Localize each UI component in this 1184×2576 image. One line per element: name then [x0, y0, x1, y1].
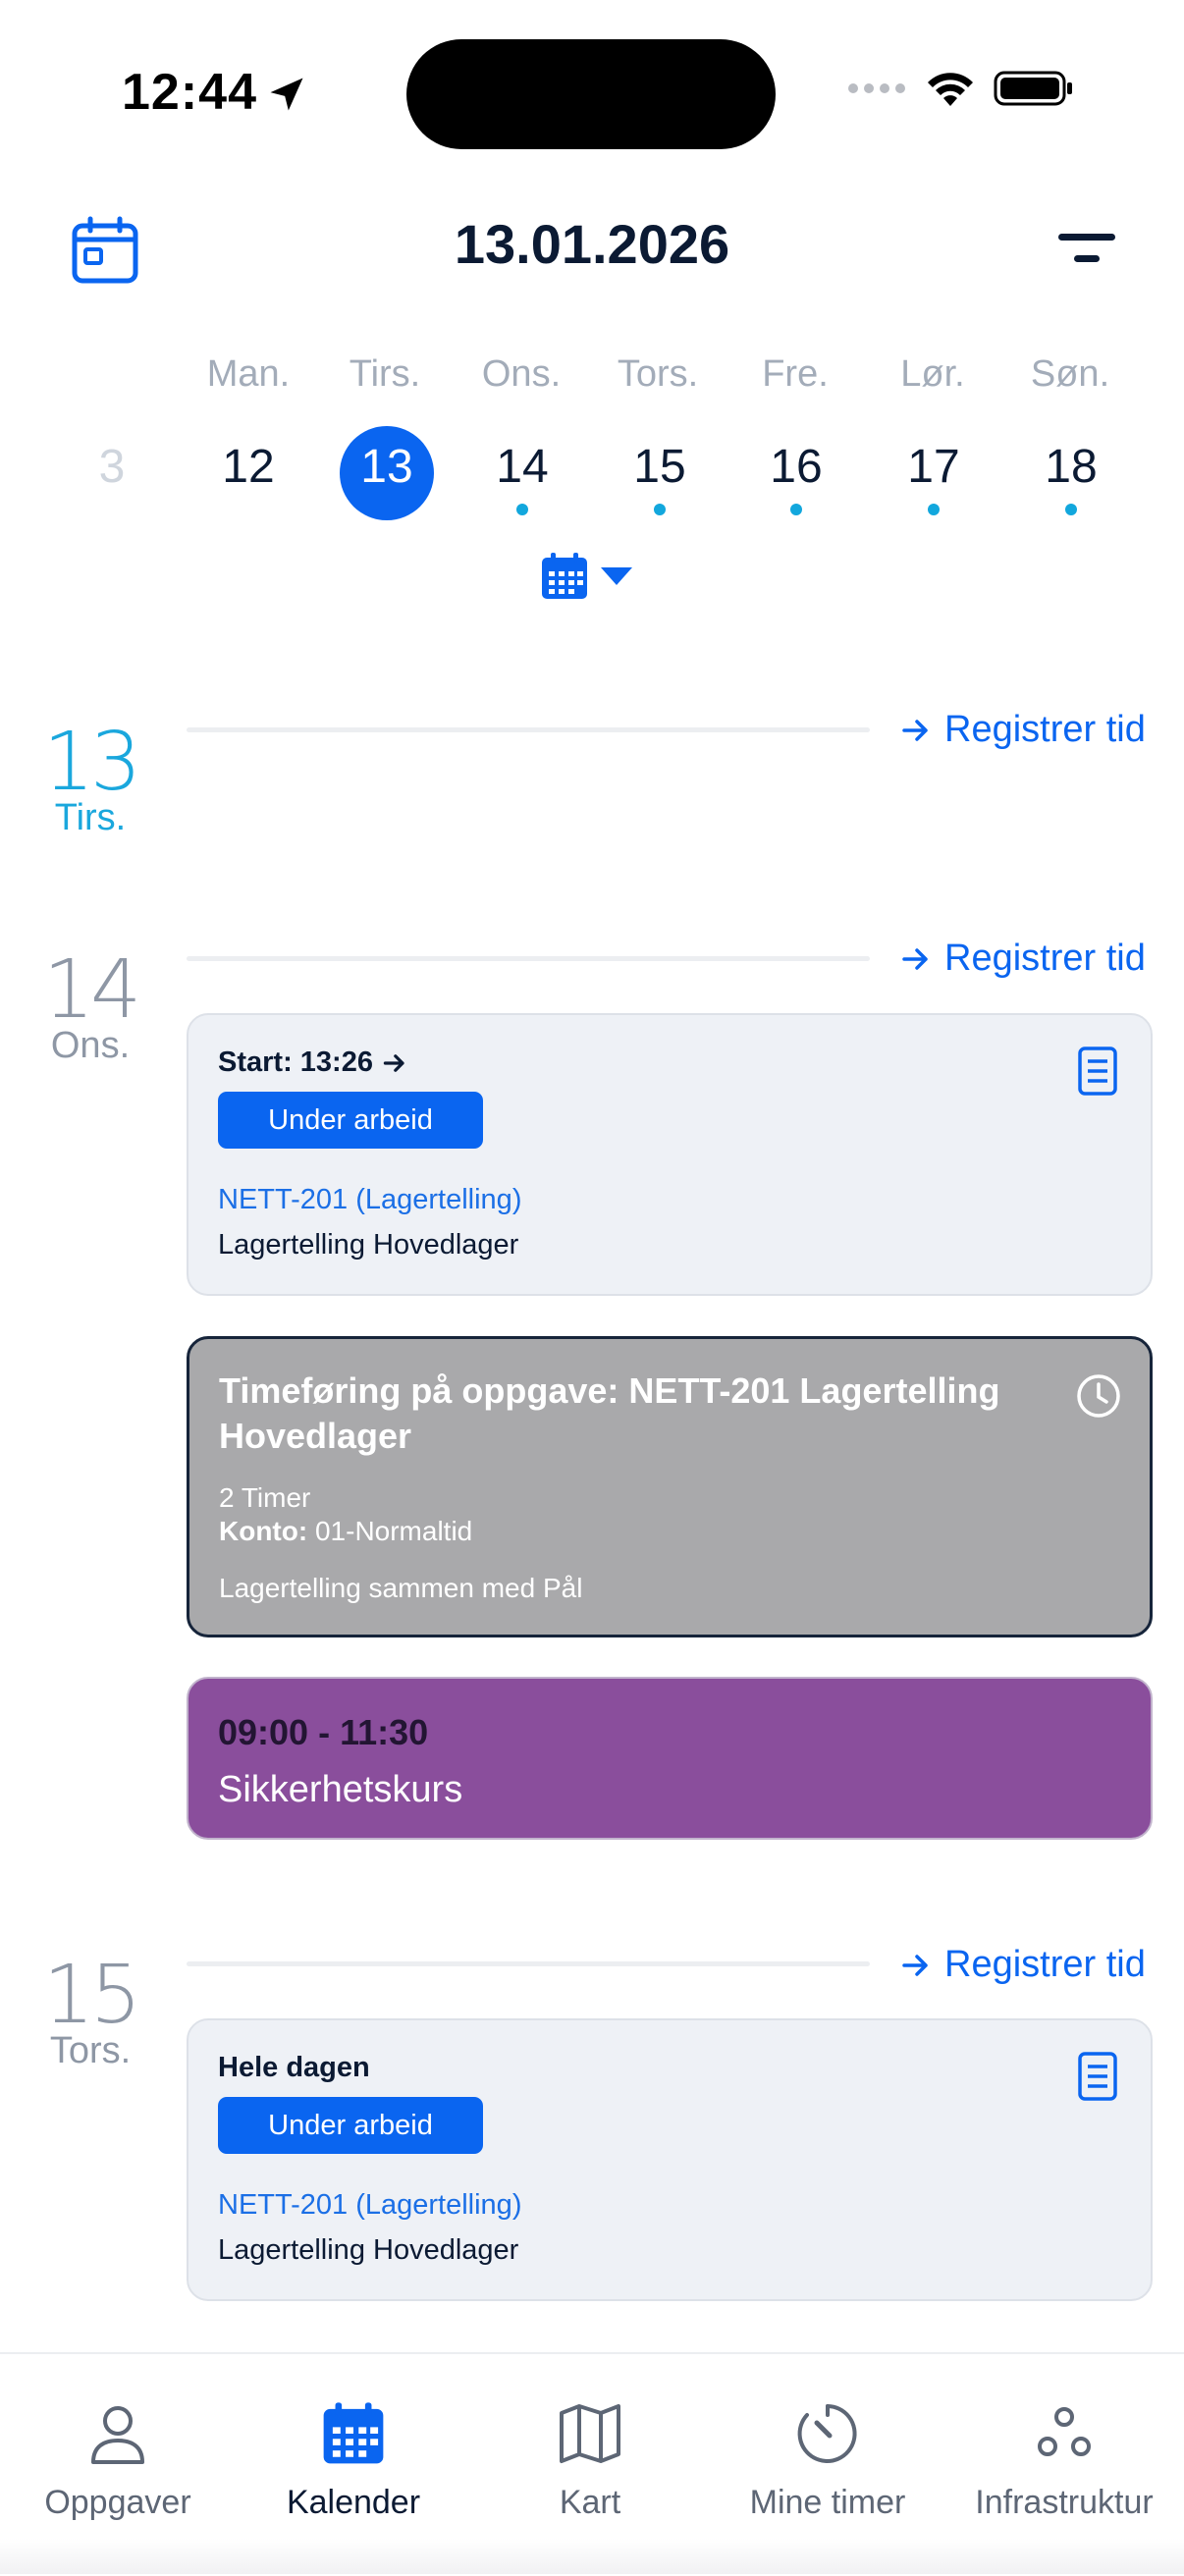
arrow-right-icon [902, 719, 928, 741]
clock-icon [1077, 1374, 1120, 1418]
tab-kalender[interactable]: Kalender [236, 2401, 471, 2522]
register-time-button[interactable]: Registrer tid [901, 1944, 1146, 1986]
event-dot [654, 504, 666, 515]
tab-label: Kart [559, 2484, 621, 2521]
status-time: 12:44 [122, 64, 257, 121]
battery-icon [994, 71, 1072, 106]
filter-icon[interactable] [1052, 226, 1121, 275]
date-cell[interactable]: 17 [865, 440, 1002, 494]
weekday-label: Tors. [617, 353, 699, 395]
date-cell[interactable]: 14 [454, 440, 591, 494]
wifi-icon [928, 73, 973, 106]
status-badge: Under arbeid [218, 1092, 483, 1149]
tab-label: Mine timer [749, 2484, 906, 2521]
chevron-down-icon [601, 567, 632, 585]
event-dot [790, 504, 802, 515]
register-time-button[interactable]: Registrer tid [901, 709, 1146, 751]
tab-label: Kalender [286, 2484, 421, 2521]
day-number: 13 [42, 716, 141, 809]
task-description: Lagertelling Hovedlager [218, 1229, 519, 1261]
task-start-label: Start: 13:26 [218, 1046, 373, 1078]
event-card[interactable]: 09:00 - 11:30 Sikkerhetskurs [187, 1677, 1153, 1840]
infrastructure-icon [1038, 2407, 1091, 2456]
account-value: 01-Normaltid [314, 1516, 473, 1546]
date-cell-selected[interactable]: 13 [318, 440, 456, 494]
selected-date-title[interactable]: 13.01.2026 [0, 212, 1184, 276]
event-dot [516, 504, 528, 515]
day-number: 15 [42, 1949, 141, 2042]
date-cell[interactable]: 16 [727, 440, 865, 494]
weekday-label: Tirs. [349, 353, 421, 395]
date-cell[interactable]: 18 [1002, 440, 1140, 494]
date-cell-previous[interactable]: 3 [43, 440, 181, 494]
day-divider [187, 1961, 870, 1966]
task-link[interactable]: NETT-201 (Lagertelling) [218, 2189, 521, 2222]
location-arrow-icon [270, 78, 303, 111]
tab-infrastruktur[interactable]: Infrastruktur [946, 2401, 1182, 2522]
map-icon [560, 2404, 620, 2463]
task-card[interactable]: Start: 13:26 Under arbeid NETT-201 (Lage… [187, 1013, 1153, 1296]
register-time-button[interactable]: Registrer tid [901, 938, 1146, 980]
person-icon [91, 2406, 144, 2464]
arrow-right-icon [902, 1954, 928, 1976]
date-cell[interactable]: 12 [180, 440, 317, 494]
calendar-grid-icon [542, 553, 587, 599]
home-indicator-area [0, 2539, 1184, 2574]
status-icons [846, 69, 1074, 108]
timesheet-title: Timeføring på oppgave: NETT-201 Lagertel… [219, 1370, 1000, 1456]
document-icon[interactable] [1078, 2052, 1117, 2101]
day-divider [187, 956, 870, 961]
month-view-toggle[interactable] [540, 552, 634, 601]
tab-mine-timer[interactable]: Mine timer [710, 2401, 945, 2522]
timesheet-hours: 2 Timer [219, 1482, 311, 1513]
dynamic-island [406, 39, 776, 149]
timesheet-account: Konto: 01-Normaltid [219, 1516, 472, 1547]
day-name: Tors. [49, 2030, 132, 2071]
day-number: 14 [42, 943, 141, 1037]
task-description: Lagertelling Hovedlager [218, 2234, 519, 2266]
event-dot [928, 504, 940, 515]
weekday-label: Søn. [1030, 353, 1110, 395]
tab-label: Infrastruktur [975, 2484, 1154, 2521]
tab-oppgaver[interactable]: Oppgaver [0, 2401, 236, 2522]
account-label: Konto: [219, 1516, 308, 1546]
arrow-right-icon [902, 947, 928, 970]
day-divider [187, 727, 870, 732]
task-start: Hele dagen [218, 2052, 370, 2084]
event-time: 09:00 - 11:30 [218, 1712, 429, 1752]
task-card[interactable]: Hele dagen Under arbeid NETT-201 (Lagert… [187, 2018, 1153, 2301]
register-time-label: Registrer tid [944, 709, 1146, 750]
task-start-label: Hele dagen [218, 2052, 370, 2083]
cellular-icon [848, 83, 905, 93]
timer-icon [797, 2404, 857, 2463]
day-name: Tirs. [54, 797, 127, 838]
weekday-label: Lør. [900, 353, 965, 395]
register-time-label: Registrer tid [944, 1944, 1146, 1985]
timesheet-card[interactable]: Timeføring på oppgave: NETT-201 Lagertel… [187, 1336, 1153, 1637]
task-link[interactable]: NETT-201 (Lagertelling) [218, 1184, 521, 1216]
event-dot [1065, 504, 1077, 515]
tab-kart[interactable]: Kart [472, 2401, 708, 2522]
weekday-label: Man. [206, 353, 291, 395]
event-title: Sikkerhetskurs [218, 1769, 463, 1810]
document-icon[interactable] [1078, 1046, 1117, 1096]
arrow-right-icon [383, 1053, 404, 1072]
day-name: Ons. [50, 1025, 131, 1066]
status-badge: Under arbeid [218, 2097, 483, 2154]
register-time-label: Registrer tid [944, 938, 1146, 979]
timesheet-note: Lagertelling sammen med Pål [219, 1573, 583, 1603]
tab-label: Oppgaver [44, 2484, 191, 2521]
weekday-label: Fre. [762, 353, 829, 395]
task-start: Start: 13:26 [218, 1046, 406, 1079]
weekday-label: Ons. [481, 353, 562, 395]
date-cell[interactable]: 15 [591, 440, 728, 494]
calendar-icon [323, 2402, 384, 2464]
